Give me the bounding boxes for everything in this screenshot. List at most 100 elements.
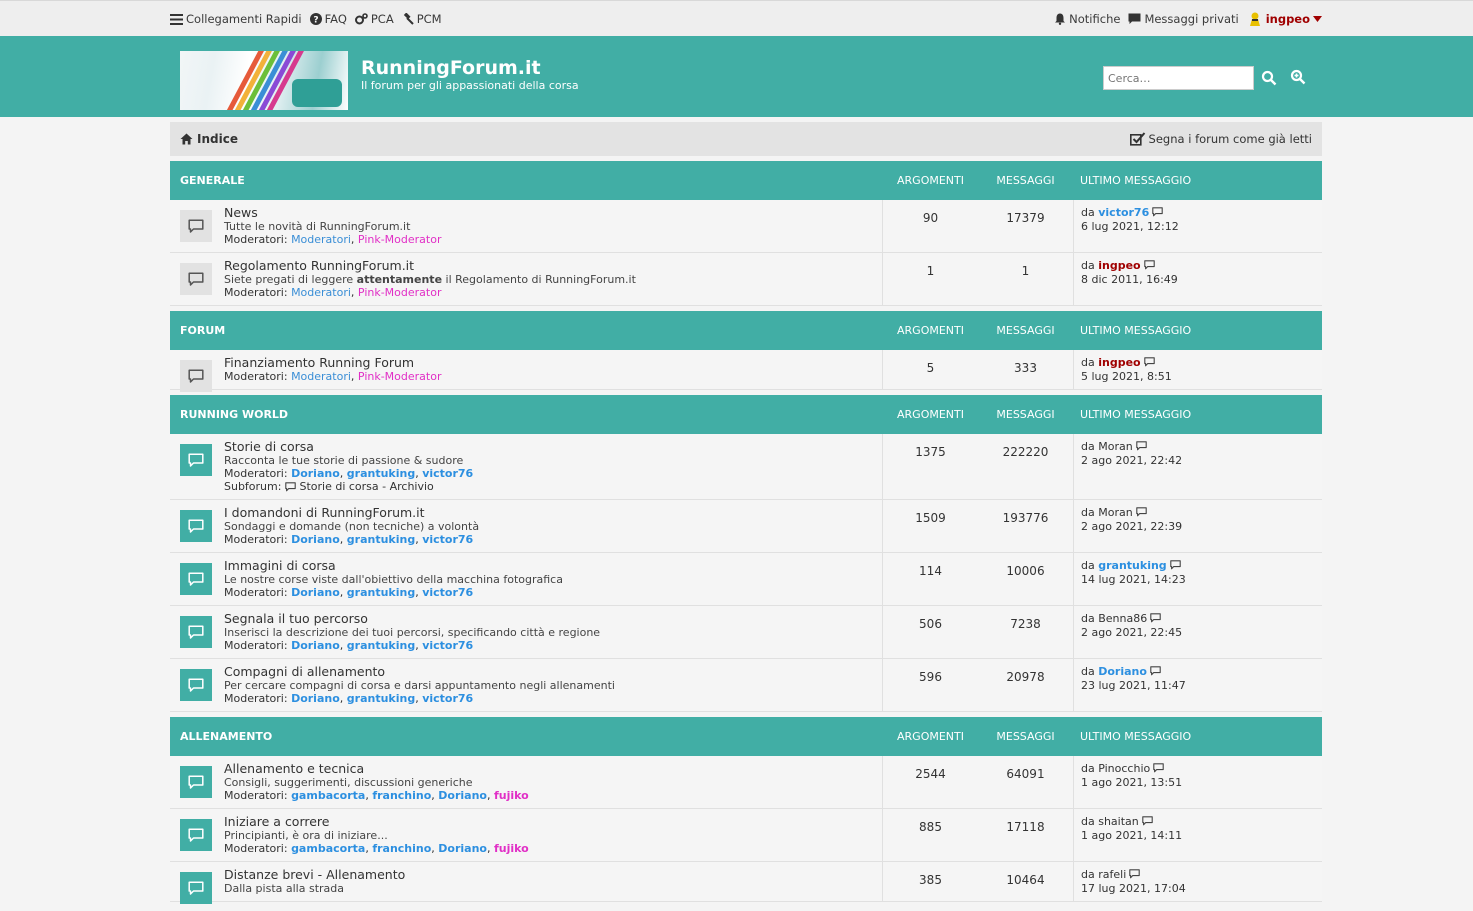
forum-info: News Tutte le novità di RunningForum.it Mo… xyxy=(170,200,883,252)
forum-description: Principianti, è ora di iniziare... xyxy=(224,829,388,842)
forum-description: Siete pregati di leggere attentamente il… xyxy=(224,273,636,286)
forum-title-link[interactable]: Distanze brevi - Allenamento xyxy=(224,868,882,882)
col-posts-header: MESSAGGI xyxy=(996,408,1055,421)
notifications-link[interactable]: Notifiche xyxy=(1054,12,1120,26)
forum-posts-count: 20978 xyxy=(1006,670,1045,684)
moderator-link[interactable]: Doriano xyxy=(291,467,340,480)
forum-description: Sondaggi e domande (non tecniche) a volo… xyxy=(224,520,480,533)
last-post-author[interactable]: Benna86 xyxy=(1098,612,1147,625)
moderator-link[interactable]: Doriano xyxy=(291,692,340,705)
moderator-link[interactable]: Pink-Moderator xyxy=(358,233,442,246)
forum-last-post: da Moran 2 ago 2021, 22:42 xyxy=(1073,434,1322,499)
view-last-post-icon[interactable] xyxy=(1150,665,1161,679)
search-input[interactable] xyxy=(1103,66,1254,90)
view-last-post-icon[interactable] xyxy=(1153,762,1164,776)
view-last-post-icon[interactable] xyxy=(1135,506,1147,520)
category-title[interactable]: ALLENAMENTO xyxy=(170,730,883,743)
last-post-date: 2 ago 2021, 22:45 xyxy=(1081,625,1183,639)
search-icon[interactable] xyxy=(1259,68,1279,88)
faq-link[interactable]: ? FAQ xyxy=(309,12,347,26)
view-last-post-icon[interactable] xyxy=(1143,259,1155,273)
moderator-link[interactable]: Doriano xyxy=(291,639,340,652)
forum-title-link[interactable]: Allenamento e tecnica xyxy=(224,762,882,776)
moderator-link[interactable]: Moderatori xyxy=(291,286,351,299)
col-posts-header: MESSAGGI xyxy=(996,324,1055,337)
moderator-link[interactable]: grantuking xyxy=(347,692,415,705)
view-last-post-icon[interactable] xyxy=(1169,559,1181,573)
last-post-author[interactable]: rafeli xyxy=(1098,868,1126,881)
private-messages-link[interactable]: Messaggi privati xyxy=(1128,12,1239,26)
moderator-link[interactable]: Doriano xyxy=(291,533,340,546)
moderator-link[interactable]: Doriano xyxy=(291,586,340,599)
moderator-link[interactable]: Pink-Moderator xyxy=(358,370,442,383)
last-post-author[interactable]: Moran xyxy=(1098,440,1132,453)
moderator-link[interactable]: Moderatori xyxy=(291,370,351,383)
advanced-search-icon[interactable] xyxy=(1288,67,1308,87)
last-post-author[interactable]: grantuking xyxy=(1098,559,1166,572)
forum-info: Distanze brevi - Allenamento Dalla pista … xyxy=(170,862,883,904)
mark-forums-read-link[interactable]: Segna i forum come già letti xyxy=(1129,132,1312,146)
moderator-link[interactable]: victor76 xyxy=(422,467,473,480)
category-header: FORUM ARGOMENTI MESSAGGI ULTIMO MESSAGGIO xyxy=(170,311,1322,350)
moderator-link[interactable]: fujiko xyxy=(494,842,529,855)
moderator-link[interactable]: victor76 xyxy=(422,586,473,599)
forum-title-link[interactable]: Immagini di corsa xyxy=(224,559,882,573)
forum-title-link[interactable]: Compagni di allenamento xyxy=(224,665,882,679)
forum-title-link[interactable]: I domandoni di RunningForum.it xyxy=(224,506,882,520)
moderator-link[interactable]: grantuking xyxy=(347,639,415,652)
moderator-link[interactable]: grantuking xyxy=(347,467,415,480)
forum-info: Compagni di allenamento Per cercare compa… xyxy=(170,659,883,711)
view-last-post-icon[interactable] xyxy=(1142,815,1153,829)
last-post-author[interactable]: ingpeo xyxy=(1098,259,1140,272)
forum-status-icon xyxy=(180,263,212,295)
forum-info: Regolamento RunningForum.it Siete pregati… xyxy=(170,253,883,305)
view-last-post-icon[interactable] xyxy=(1129,868,1140,882)
moderator-link[interactable]: fujiko xyxy=(494,789,529,802)
moderator-link[interactable]: victor76 xyxy=(422,639,473,652)
moderator-link[interactable]: franchino xyxy=(372,789,431,802)
last-post-author[interactable]: Pinocchio xyxy=(1098,762,1150,775)
view-last-post-icon[interactable] xyxy=(1152,206,1163,220)
forum-title-link[interactable]: News xyxy=(224,206,882,220)
last-post-date: 14 lug 2021, 14:23 xyxy=(1081,572,1186,586)
last-post-author[interactable]: victor76 xyxy=(1098,206,1149,219)
last-post-author[interactable]: ingpeo xyxy=(1098,356,1140,369)
quick-links-menu[interactable]: Collegamenti Rapidi xyxy=(170,12,302,26)
moderator-link[interactable]: Pink-Moderator xyxy=(358,286,442,299)
bell-icon xyxy=(1054,13,1066,25)
moderator-link[interactable]: grantuking xyxy=(347,533,415,546)
breadcrumb-index[interactable]: Indice xyxy=(180,132,238,146)
moderator-link[interactable]: Doriano xyxy=(438,842,487,855)
site-logo[interactable] xyxy=(180,51,348,110)
category-1: FORUM ARGOMENTI MESSAGGI ULTIMO MESSAGGIO Fi… xyxy=(170,311,1322,392)
moderator-link[interactable]: franchino xyxy=(372,842,431,855)
forum-row: Immagini di corsa Le nostre corse viste d… xyxy=(170,553,1322,606)
category-title[interactable]: GENERALE xyxy=(170,174,883,187)
forum-title-link[interactable]: Regolamento RunningForum.it xyxy=(224,259,882,273)
view-last-post-icon[interactable] xyxy=(1143,356,1155,370)
user-menu[interactable]: ingpeo xyxy=(1247,11,1322,27)
last-post-author[interactable]: shaitan xyxy=(1098,815,1139,828)
view-last-post-icon[interactable] xyxy=(1150,612,1161,626)
moderator-link[interactable]: gambacorta xyxy=(291,842,365,855)
last-post-author[interactable]: Doriano xyxy=(1098,665,1147,678)
moderator-link[interactable]: Moderatori xyxy=(291,233,351,246)
forum-title-link[interactable]: Segnala il tuo percorso xyxy=(224,612,882,626)
forum-title-link[interactable]: Storie di corsa xyxy=(224,440,882,454)
last-post-author[interactable]: Moran xyxy=(1098,506,1132,519)
category-title[interactable]: FORUM xyxy=(170,324,883,337)
moderator-link[interactable]: grantuking xyxy=(347,586,415,599)
subforum-link[interactable]: Storie di corsa - Archivio xyxy=(299,480,433,493)
pca-link[interactable]: PCA xyxy=(354,12,394,26)
moderator-link[interactable]: gambacorta xyxy=(291,789,365,802)
forum-title-link[interactable]: Finanziamento Running Forum xyxy=(224,356,882,370)
pcm-link[interactable]: PCM xyxy=(402,12,442,26)
site-title[interactable]: RunningForum.it xyxy=(361,57,541,79)
forum-topics-count: 1 xyxy=(926,264,935,278)
forum-title-link[interactable]: Iniziare a correre xyxy=(224,815,882,829)
moderator-link[interactable]: victor76 xyxy=(422,692,473,705)
moderator-link[interactable]: Doriano xyxy=(438,789,487,802)
category-title[interactable]: RUNNING WORLD xyxy=(170,408,883,421)
moderator-link[interactable]: victor76 xyxy=(422,533,473,546)
view-last-post-icon[interactable] xyxy=(1135,440,1147,454)
